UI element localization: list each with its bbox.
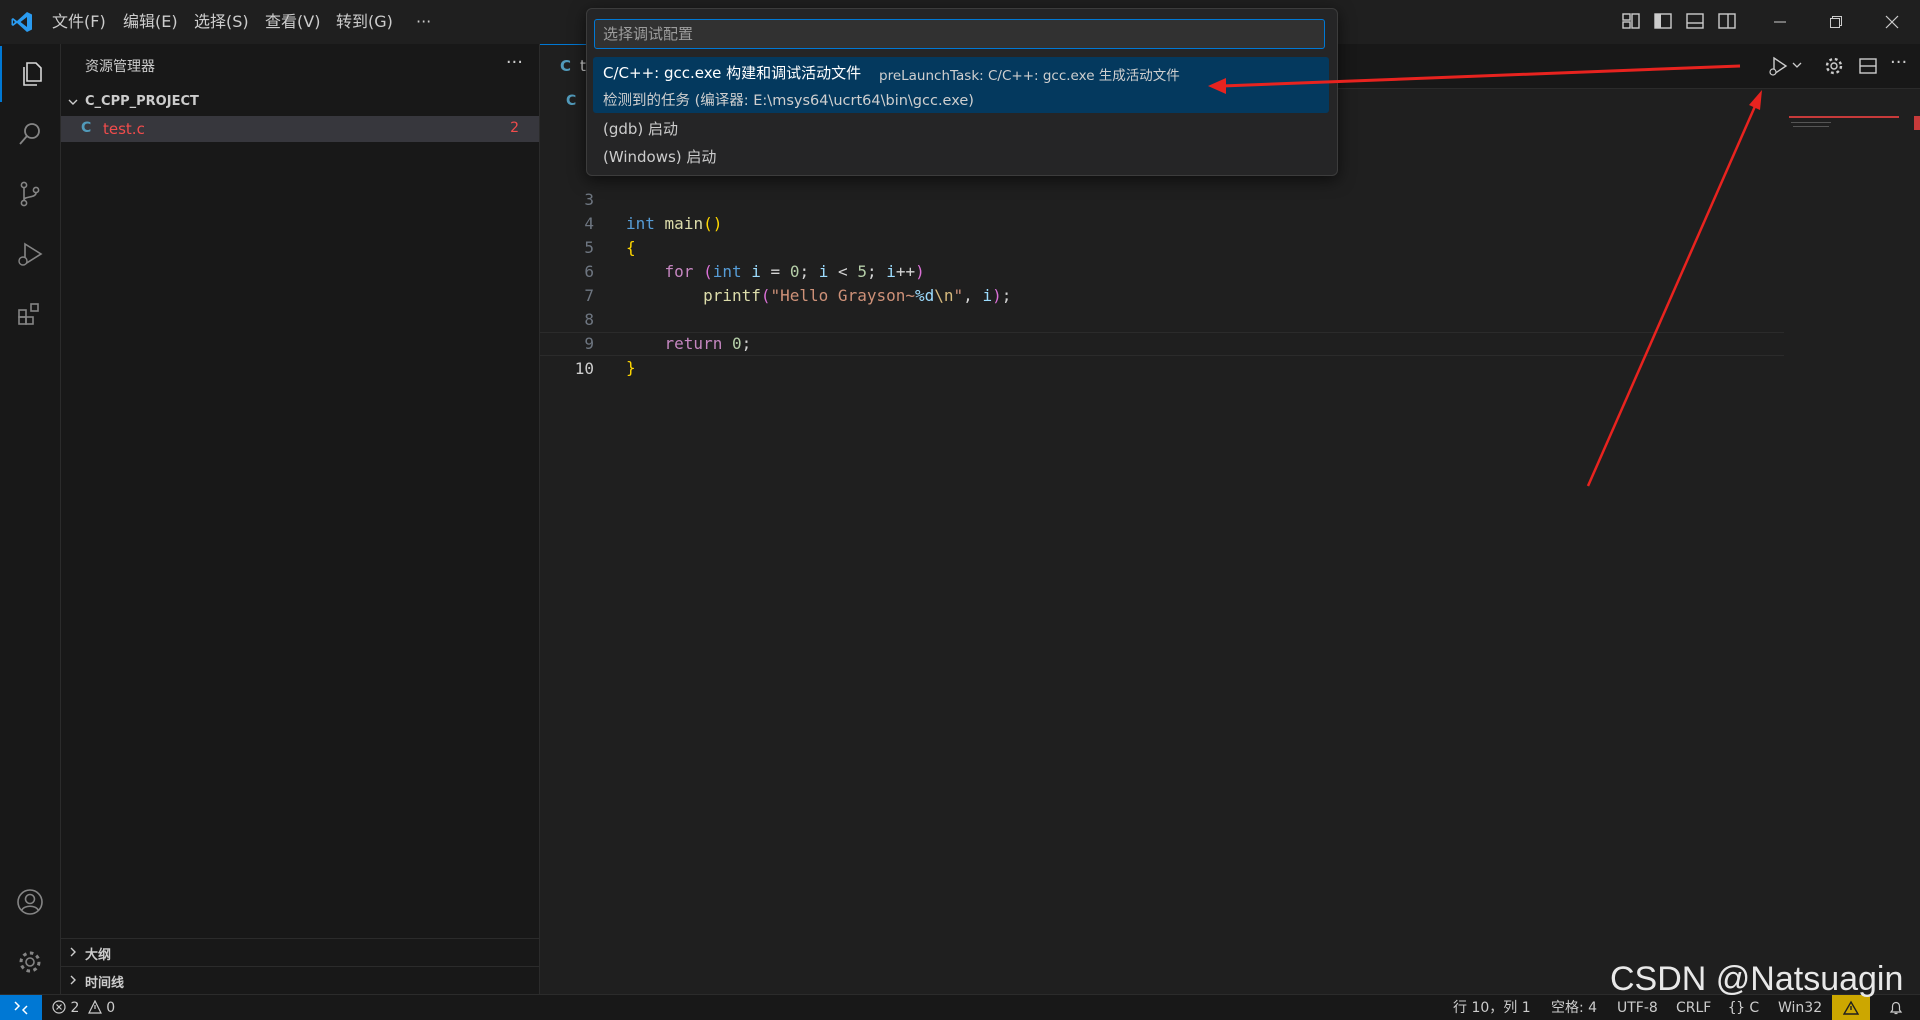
watermark: CSDN @Natsuagin: [1610, 960, 1904, 998]
language-label: C: [1749, 1000, 1760, 1016]
remote-button[interactable]: [0, 995, 42, 1020]
annotation-arrowhead: [1208, 78, 1226, 94]
annotation-arrowhead: [1749, 90, 1762, 110]
warning-icon: [87, 999, 102, 1014]
cursor-position[interactable]: 行 10，列 1: [1453, 995, 1531, 1020]
warning-count: 0: [106, 1000, 116, 1016]
annotation-arrow: [1221, 64, 1741, 88]
problems-indicator[interactable]: 2 0: [52, 995, 115, 1020]
warning-icon: [1843, 1000, 1859, 1015]
annotation-arrows: [1208, 64, 1762, 487]
annotation-arrow: [1586, 103, 1758, 487]
error-icon: [52, 1000, 66, 1014]
braces-icon: {}: [1728, 1000, 1745, 1016]
bell-icon: [1889, 1001, 1903, 1015]
remote-icon: [14, 1001, 28, 1015]
error-count: 2: [70, 1000, 80, 1016]
indentation[interactable]: 空格: 4: [1551, 995, 1597, 1020]
